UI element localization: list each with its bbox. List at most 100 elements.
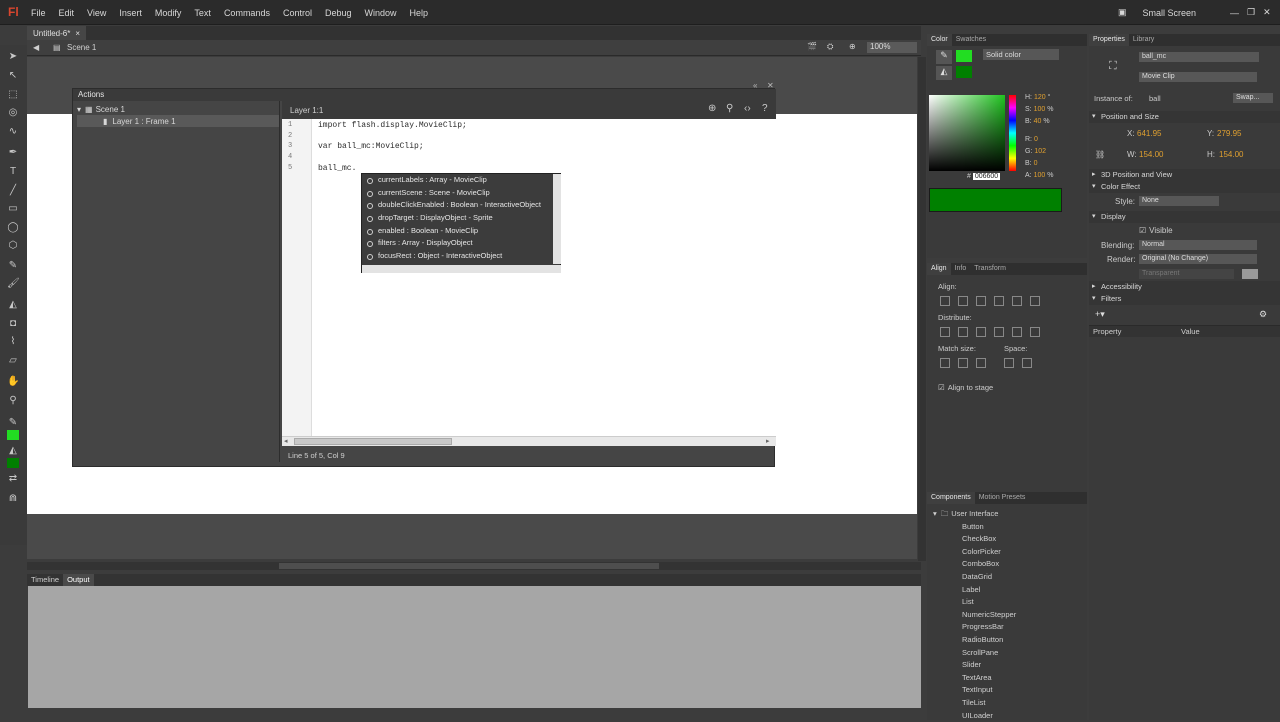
scene-label[interactable]: Scene 1 xyxy=(67,43,96,52)
oval-tool-icon[interactable]: ◯ xyxy=(7,222,19,234)
component-item[interactable]: DataGrid xyxy=(933,571,1016,584)
brush-icon[interactable]: 🖌 xyxy=(7,278,19,290)
code-snippets-icon[interactable]: ‹› xyxy=(744,103,756,115)
component-item[interactable]: ProgressBar xyxy=(933,621,1016,634)
lock-proportions-icon[interactable]: ⛓ xyxy=(1095,150,1105,159)
section-filters[interactable]: Filters xyxy=(1089,293,1280,305)
swap-colors-icon[interactable]: ⇄ xyxy=(7,473,19,485)
red-value[interactable]: 0 xyxy=(1034,136,1038,143)
pen-icon[interactable]: ✒ xyxy=(7,147,19,159)
pencil-icon[interactable]: ✎ xyxy=(7,260,19,272)
component-item[interactable]: NumericStepper xyxy=(933,609,1016,622)
align-top-icon[interactable] xyxy=(994,296,1004,306)
rectangle-tool-icon[interactable]: ▭ xyxy=(7,203,19,215)
hand-icon[interactable]: ✋ xyxy=(7,376,19,388)
x-value[interactable]: 641.95 xyxy=(1137,129,1161,138)
symbol-type-select[interactable]: Movie Clip xyxy=(1139,72,1257,82)
fill-type-select[interactable]: Solid color xyxy=(983,49,1059,60)
fill-color-icon[interactable]: ◭ xyxy=(7,445,19,457)
component-item[interactable]: Slider xyxy=(933,659,1016,672)
lasso-icon[interactable]: ∿ xyxy=(7,126,19,138)
close-icon[interactable]: ✕ xyxy=(1263,7,1271,18)
visible-checkbox[interactable]: ☑ xyxy=(1139,226,1146,235)
component-item[interactable]: CheckBox xyxy=(933,533,1016,546)
insert-target-icon[interactable]: ⊕ xyxy=(708,103,720,115)
component-item[interactable]: List xyxy=(933,596,1016,609)
brightness-value[interactable]: 40 xyxy=(1034,118,1042,125)
menu-commands[interactable]: Commands xyxy=(224,8,270,18)
color-picker-field[interactable] xyxy=(929,95,1005,171)
selection-tool-icon[interactable]: ➤ xyxy=(7,51,19,63)
distribute-bottom-icon[interactable] xyxy=(976,327,986,337)
component-item[interactable]: Label xyxy=(933,584,1016,597)
menu-modify[interactable]: Modify xyxy=(155,8,182,18)
tab-properties[interactable]: Properties xyxy=(1089,34,1129,46)
y-value[interactable]: 279.95 xyxy=(1217,129,1241,138)
close-tab-icon[interactable]: × xyxy=(75,29,80,38)
space-vertical-icon[interactable] xyxy=(1004,358,1014,368)
restore-icon[interactable]: ❐ xyxy=(1247,7,1255,18)
component-item[interactable]: TextInput xyxy=(933,684,1016,697)
fill-swatch[interactable] xyxy=(956,66,972,78)
code-editor[interactable]: 1 2 3 4 5 import flash.display.MovieClip… xyxy=(282,119,776,436)
tab-timeline[interactable]: Timeline xyxy=(27,574,63,586)
distribute-right-icon[interactable] xyxy=(1030,327,1040,337)
component-item[interactable]: TileList xyxy=(933,697,1016,710)
menu-file[interactable]: File xyxy=(31,8,46,18)
match-both-icon[interactable] xyxy=(976,358,986,368)
section-position-size[interactable]: Position and Size xyxy=(1089,111,1280,123)
component-item[interactable]: ScrollPane xyxy=(933,647,1016,660)
folder-user-interface[interactable]: ▾🗀User Interface xyxy=(933,508,1016,521)
polystar-icon[interactable]: ⬡ xyxy=(7,240,19,252)
tab-color[interactable]: Color xyxy=(927,34,952,46)
saturation-value[interactable]: 100 xyxy=(1034,106,1046,113)
align-to-stage-checkbox[interactable]: ☑ xyxy=(938,383,945,392)
component-item[interactable]: TextArea xyxy=(933,672,1016,685)
distribute-top-icon[interactable] xyxy=(940,327,950,337)
stroke-swatch[interactable] xyxy=(956,50,972,62)
align-to-stage-row[interactable]: ☑ Align to stage xyxy=(938,383,993,392)
visible-row[interactable]: ☑Visible xyxy=(1139,226,1173,235)
stage-scroll-thumb[interactable] xyxy=(279,563,659,569)
align-left-icon[interactable] xyxy=(940,296,950,306)
distribute-vcenter-icon[interactable] xyxy=(958,327,968,337)
find-icon[interactable]: ⚲ xyxy=(726,103,738,115)
stroke-color-icon[interactable]: ✎ xyxy=(7,417,19,429)
align-hcenter-icon[interactable] xyxy=(958,296,968,306)
panel-collapse-icon[interactable]: « xyxy=(753,81,757,90)
zoom-icon[interactable]: ⚲ xyxy=(7,395,19,407)
add-filter-icon[interactable]: +▾ xyxy=(1095,309,1105,320)
minimize-icon[interactable]: — xyxy=(1230,8,1239,18)
help-icon[interactable]: ? xyxy=(762,103,774,115)
gamepad-icon[interactable]: ▣ xyxy=(1118,7,1127,18)
section-accessibility[interactable]: Accessibility xyxy=(1089,281,1280,293)
width-value[interactable]: 154.00 xyxy=(1139,150,1163,159)
code-hint-item[interactable]: enabled : Boolean - MovieClip xyxy=(362,225,560,238)
component-item[interactable]: ColorPicker xyxy=(933,546,1016,559)
output-panel[interactable] xyxy=(28,586,921,708)
hue-slider[interactable] xyxy=(1009,95,1016,171)
editor-horizontal-scrollbar[interactable]: ◂ ▸ xyxy=(282,436,776,446)
zoom-select[interactable]: 100% xyxy=(867,42,917,53)
hue-value[interactable]: 120 xyxy=(1034,94,1046,101)
tab-motion-presets[interactable]: Motion Presets xyxy=(975,492,1030,504)
menu-control[interactable]: Control xyxy=(283,8,312,18)
tab-align[interactable]: Align xyxy=(927,263,951,275)
bucket-icon[interactable]: ◭ xyxy=(7,299,19,311)
swap-button[interactable]: Swap... xyxy=(1233,93,1273,103)
menu-text[interactable]: Text xyxy=(194,8,211,18)
line-tool-icon[interactable]: ╱ xyxy=(7,185,19,197)
workspace-switcher[interactable]: Small Screen xyxy=(1143,8,1197,18)
blending-select[interactable]: Normal xyxy=(1139,240,1257,250)
popup-vertical-scrollbar[interactable] xyxy=(553,174,561,264)
menu-view[interactable]: View xyxy=(87,8,106,18)
actions-panel-title[interactable]: Actions xyxy=(73,89,776,101)
snap-magnet-icon[interactable]: ⋒ xyxy=(7,493,19,505)
editor-scroll-thumb[interactable] xyxy=(294,438,452,445)
eyedropper-icon[interactable]: ⌇ xyxy=(7,336,19,348)
3d-rotation-icon[interactable]: ◎ xyxy=(7,107,19,119)
blue-value[interactable]: 0 xyxy=(1034,160,1038,167)
menu-debug[interactable]: Debug xyxy=(325,8,352,18)
free-transform-icon[interactable]: ⬚ xyxy=(7,89,19,101)
green-value[interactable]: 102 xyxy=(1034,148,1046,155)
